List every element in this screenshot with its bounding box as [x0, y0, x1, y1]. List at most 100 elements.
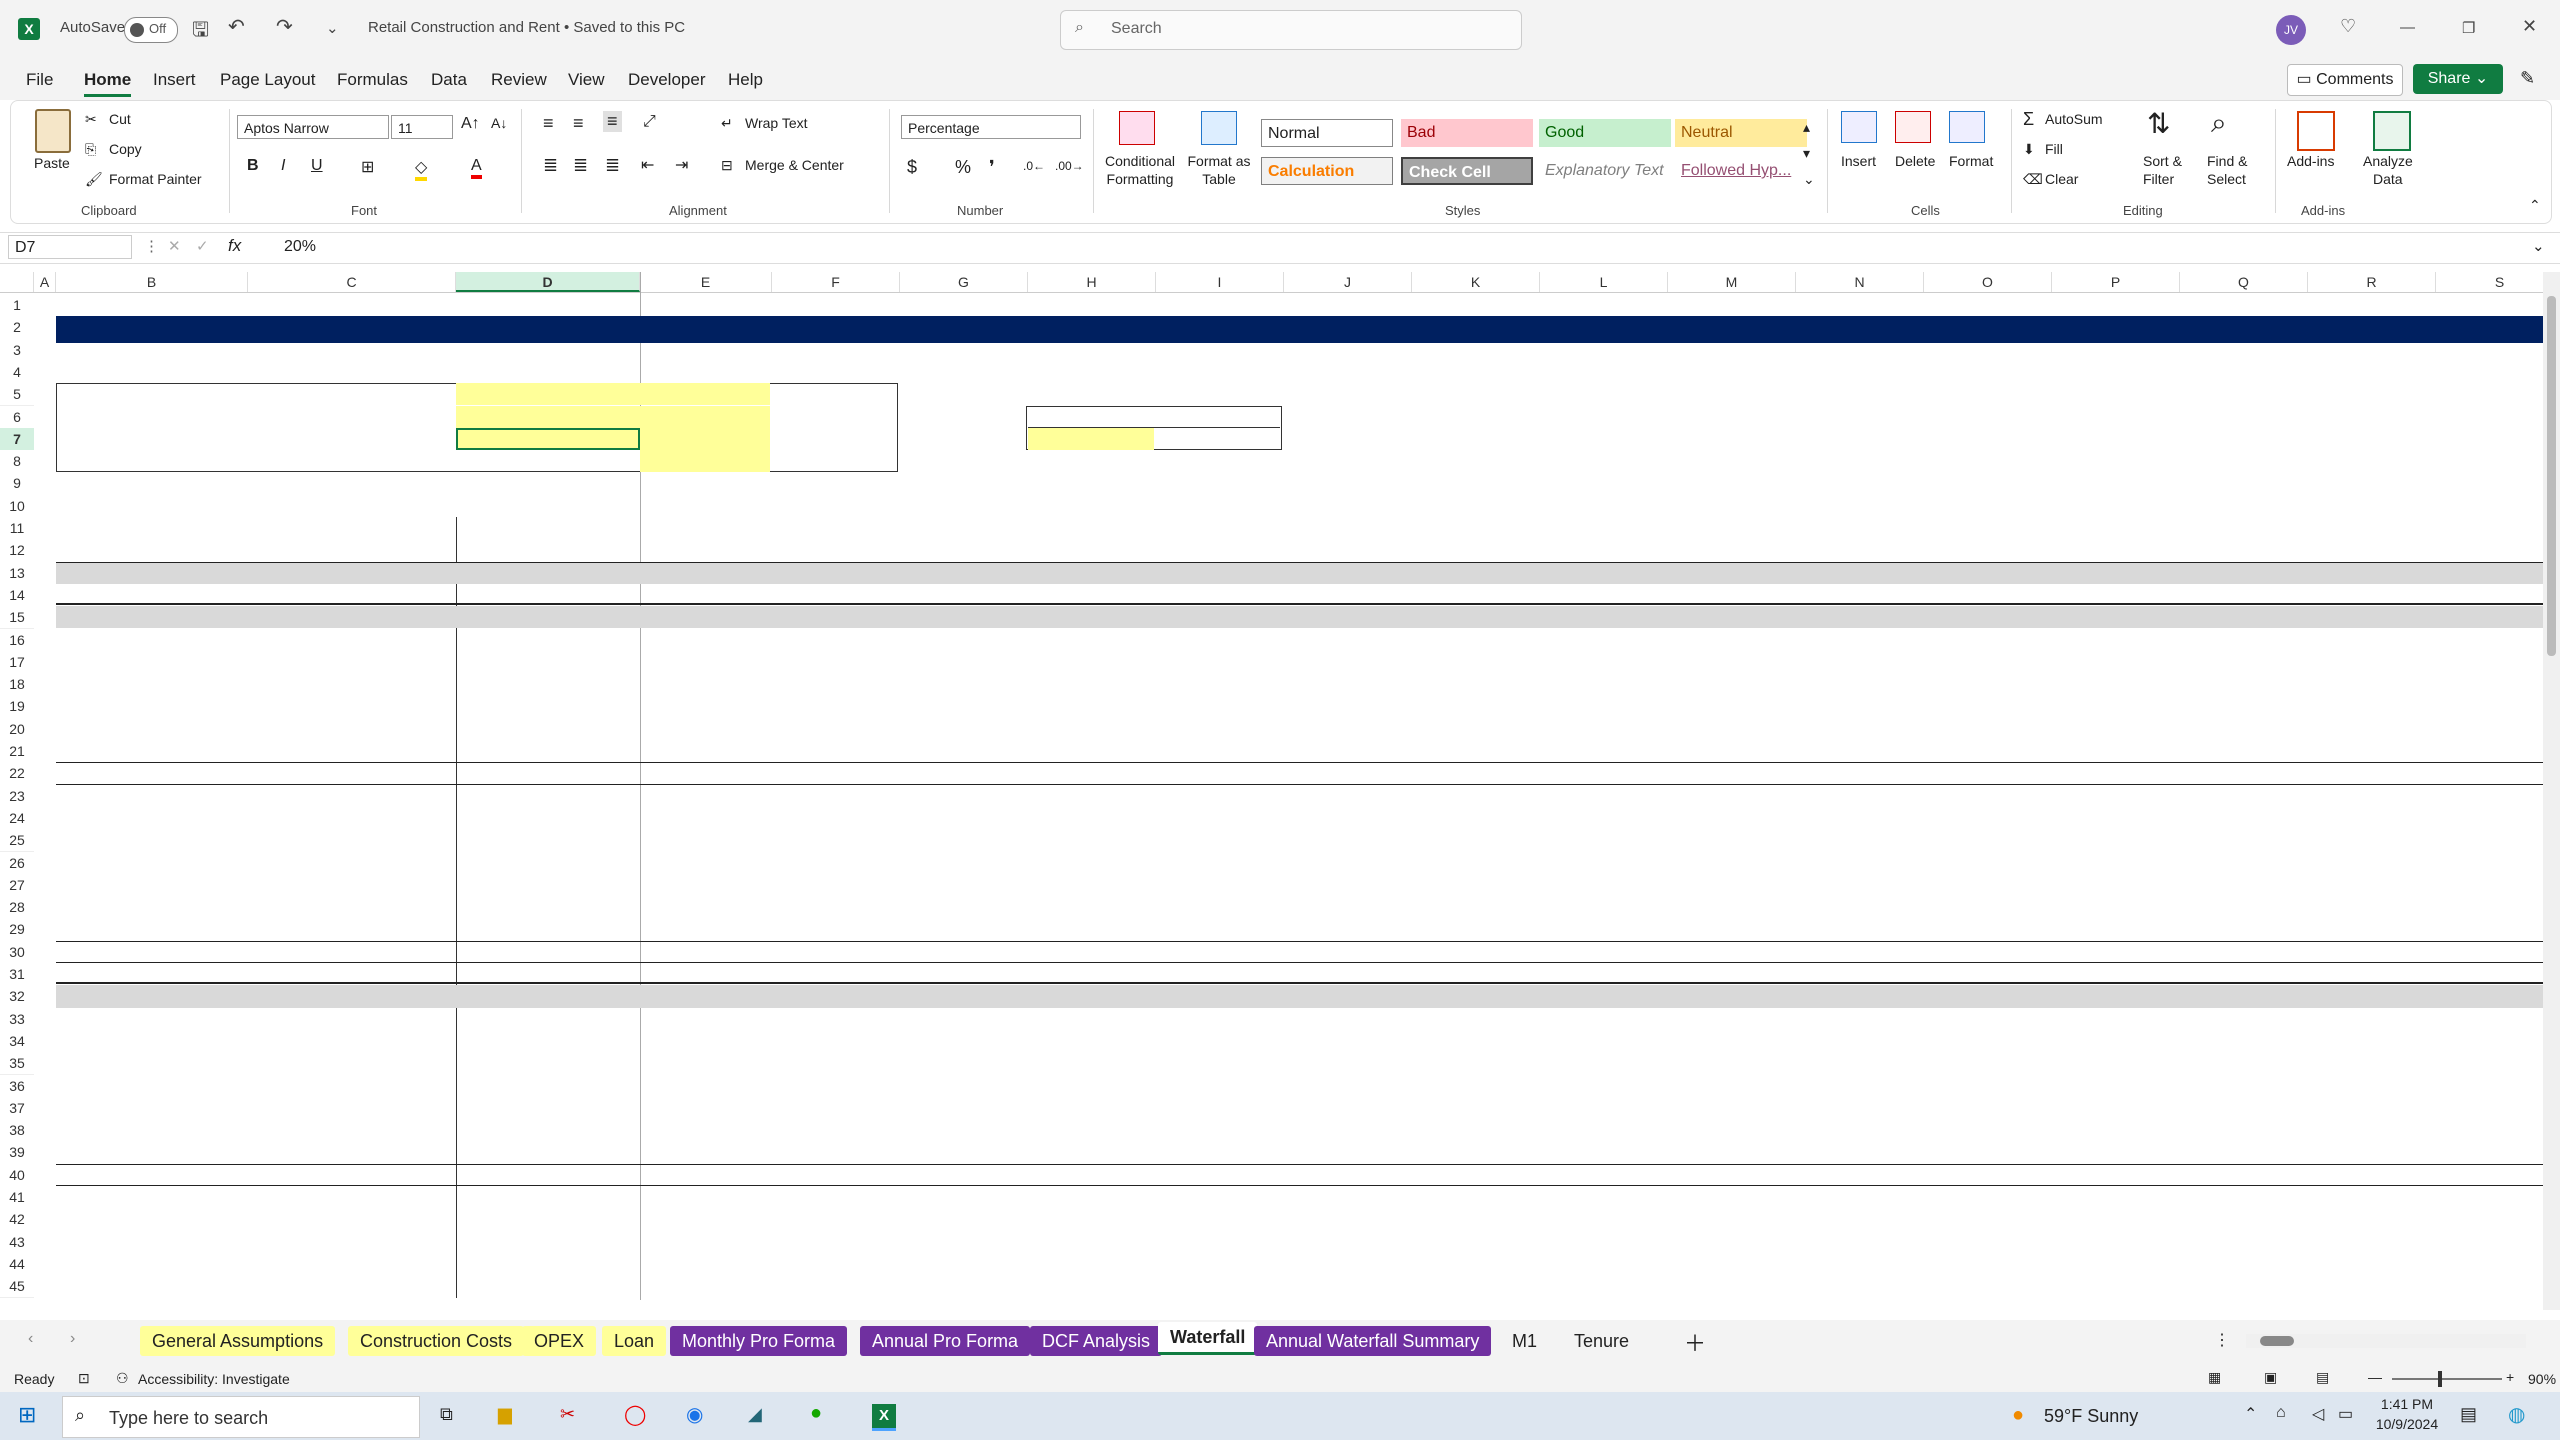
conditional-formatting-button[interactable]: Conditional: [1095, 153, 1185, 169]
menu-data[interactable]: Data: [431, 70, 467, 90]
worksheet-grid[interactable]: A B C D E F G H I J K L M N O P Q R S 1 2 3 4 5 6 7 8 9 10 11 12 13 14 15…: [0, 272, 2545, 1300]
column-header-f[interactable]: F: [772, 272, 900, 292]
style-check-cell[interactable]: Check Cell: [1401, 157, 1533, 185]
row-header[interactable]: 25: [0, 829, 34, 853]
clear-button[interactable]: Clear: [2045, 171, 2078, 187]
sheet-tab-general-assumptions[interactable]: General Assumptions: [140, 1326, 336, 1356]
menu-page-layout[interactable]: Page Layout: [220, 70, 315, 90]
row-header[interactable]: 19: [0, 695, 34, 719]
column-header-h[interactable]: H: [1028, 272, 1156, 292]
sort-filter-button[interactable]: Sort &: [2143, 153, 2182, 169]
insert-cells-button[interactable]: Insert: [1841, 153, 1876, 169]
chrome-icon[interactable]: ◉: [686, 1402, 703, 1427]
row-header[interactable]: 2: [0, 316, 34, 340]
row-header[interactable]: 8: [0, 450, 34, 474]
undo-icon[interactable]: ↶: [228, 14, 245, 39]
next-sheet-icon[interactable]: ›: [70, 1330, 75, 1348]
column-header-g[interactable]: G: [900, 272, 1028, 292]
analyze-data-button[interactable]: Analyze: [2363, 153, 2413, 169]
prev-sheet-icon[interactable]: ‹: [28, 1330, 33, 1348]
vertical-scrollbar[interactable]: [2543, 272, 2560, 1310]
column-header-a[interactable]: A: [34, 272, 56, 292]
increase-indent-icon[interactable]: ⇥: [675, 155, 688, 175]
row-header[interactable]: 14: [0, 583, 34, 608]
fill-color-icon[interactable]: ◇: [415, 157, 428, 181]
horizontal-scroll-thumb[interactable]: [2260, 1336, 2294, 1346]
opera-icon[interactable]: ◯: [624, 1402, 646, 1427]
align-bottom-icon[interactable]: ≡: [603, 111, 622, 132]
style-neutral[interactable]: Neutral: [1675, 119, 1807, 147]
row-header[interactable]: 7: [0, 427, 34, 452]
cut-icon[interactable]: ✂: [85, 111, 97, 128]
sheet-tab-loan[interactable]: Loan: [602, 1326, 667, 1356]
sheet-tab-construction-costs[interactable]: Construction Costs: [348, 1326, 525, 1356]
network-icon[interactable]: ⌂: [2276, 1404, 2286, 1422]
zoom-level[interactable]: 90%: [2528, 1371, 2556, 1387]
zoom-slider[interactable]: [2392, 1371, 2502, 1387]
row-header[interactable]: 40: [0, 1163, 34, 1187]
style-good[interactable]: Good: [1539, 119, 1671, 147]
page-break-view-icon[interactable]: ▤: [2316, 1369, 2329, 1386]
tier-lp-share[interactable]: [640, 405, 770, 428]
decrease-decimal-icon[interactable]: .00→: [1055, 159, 1084, 173]
copy-icon[interactable]: ⎘: [85, 141, 96, 158]
styles-scroll-up-icon[interactable]: ▴: [1803, 119, 1810, 136]
row-header[interactable]: 26: [0, 851, 34, 875]
expand-formula-icon[interactable]: ⌄: [2532, 237, 2545, 255]
decrease-font-icon[interactable]: A↓: [491, 115, 507, 131]
vertical-scroll-thumb[interactable]: [2547, 296, 2556, 656]
find-select-icon[interactable]: ⌕: [2211, 107, 2227, 140]
column-header-o[interactable]: O: [1924, 272, 2052, 292]
font-color-icon[interactable]: A: [471, 157, 482, 179]
column-header-q[interactable]: Q: [2180, 272, 2308, 292]
row-rate[interactable]: [248, 896, 456, 918]
autosum-icon[interactable]: Σ: [2023, 109, 2034, 130]
menu-file[interactable]: File: [26, 70, 53, 90]
sheet-tab-monthly-pro-forma[interactable]: Monthly Pro Forma: [670, 1326, 848, 1356]
formula-input[interactable]: 20%: [284, 238, 316, 256]
column-header-s[interactable]: S: [2436, 272, 2545, 292]
column-header-c[interactable]: C: [248, 272, 456, 292]
app-icon[interactable]: ◢: [748, 1404, 762, 1425]
paste-icon[interactable]: [35, 109, 71, 153]
row-header[interactable]: 3: [0, 338, 34, 362]
style-calculation[interactable]: Calculation: [1261, 157, 1393, 185]
merge-icon[interactable]: ⊟: [721, 157, 733, 174]
task-view-icon[interactable]: ⧉: [440, 1404, 453, 1425]
increase-decimal-icon[interactable]: .0←: [1023, 159, 1045, 173]
weather-icon[interactable]: ●: [2012, 1404, 2024, 1427]
redo-icon[interactable]: ↷: [276, 14, 293, 39]
sheet-tab-m1[interactable]: M1: [1500, 1326, 1550, 1356]
minimize-icon[interactable]: —: [2400, 19, 2415, 36]
taskbar-search[interactable]: ⌕ Type here to search: [62, 1396, 420, 1438]
row-header[interactable]: 5: [0, 383, 34, 407]
row-rate[interactable]: [248, 807, 456, 829]
row-rate[interactable]: [248, 1075, 456, 1097]
row-rate[interactable]: [248, 1208, 456, 1230]
format-painter-icon[interactable]: 🖌: [85, 171, 103, 188]
row-rate[interactable]: [248, 673, 456, 695]
equity-lp-value[interactable]: [1028, 427, 1154, 451]
save-icon[interactable]: 🖫: [192, 15, 209, 49]
style-explanatory[interactable]: Explanatory Text: [1539, 157, 1671, 185]
row-header[interactable]: 46: [0, 1297, 34, 1300]
comma-icon[interactable]: ❜: [989, 157, 995, 178]
column-header-m[interactable]: M: [1668, 272, 1796, 292]
selected-cell[interactable]: [456, 427, 640, 451]
find-select-button[interactable]: Find &: [2207, 153, 2247, 169]
column-header-k[interactable]: K: [1412, 272, 1540, 292]
delete-cells-icon[interactable]: [1895, 111, 1931, 143]
percent-icon[interactable]: %: [955, 157, 971, 178]
column-header-e[interactable]: E: [640, 272, 772, 292]
tier-lp-share[interactable]: [640, 383, 770, 406]
currency-icon[interactable]: $: [907, 157, 917, 178]
notification-icon[interactable]: ▤: [2460, 1404, 2477, 1425]
font-name-dropdown[interactable]: Aptos Narrow: [237, 115, 389, 139]
styles-scroll-down-icon[interactable]: ▾: [1803, 145, 1810, 162]
enter-icon[interactable]: ✓: [196, 237, 209, 255]
document-title[interactable]: Retail Construction and Rent • Saved to …: [368, 19, 685, 36]
accessibility-icon[interactable]: ⚇: [116, 1370, 129, 1387]
upwork-icon[interactable]: ●: [810, 1402, 822, 1425]
align-left-icon[interactable]: ≣: [543, 155, 558, 176]
row-header[interactable]: 41: [0, 1186, 34, 1210]
